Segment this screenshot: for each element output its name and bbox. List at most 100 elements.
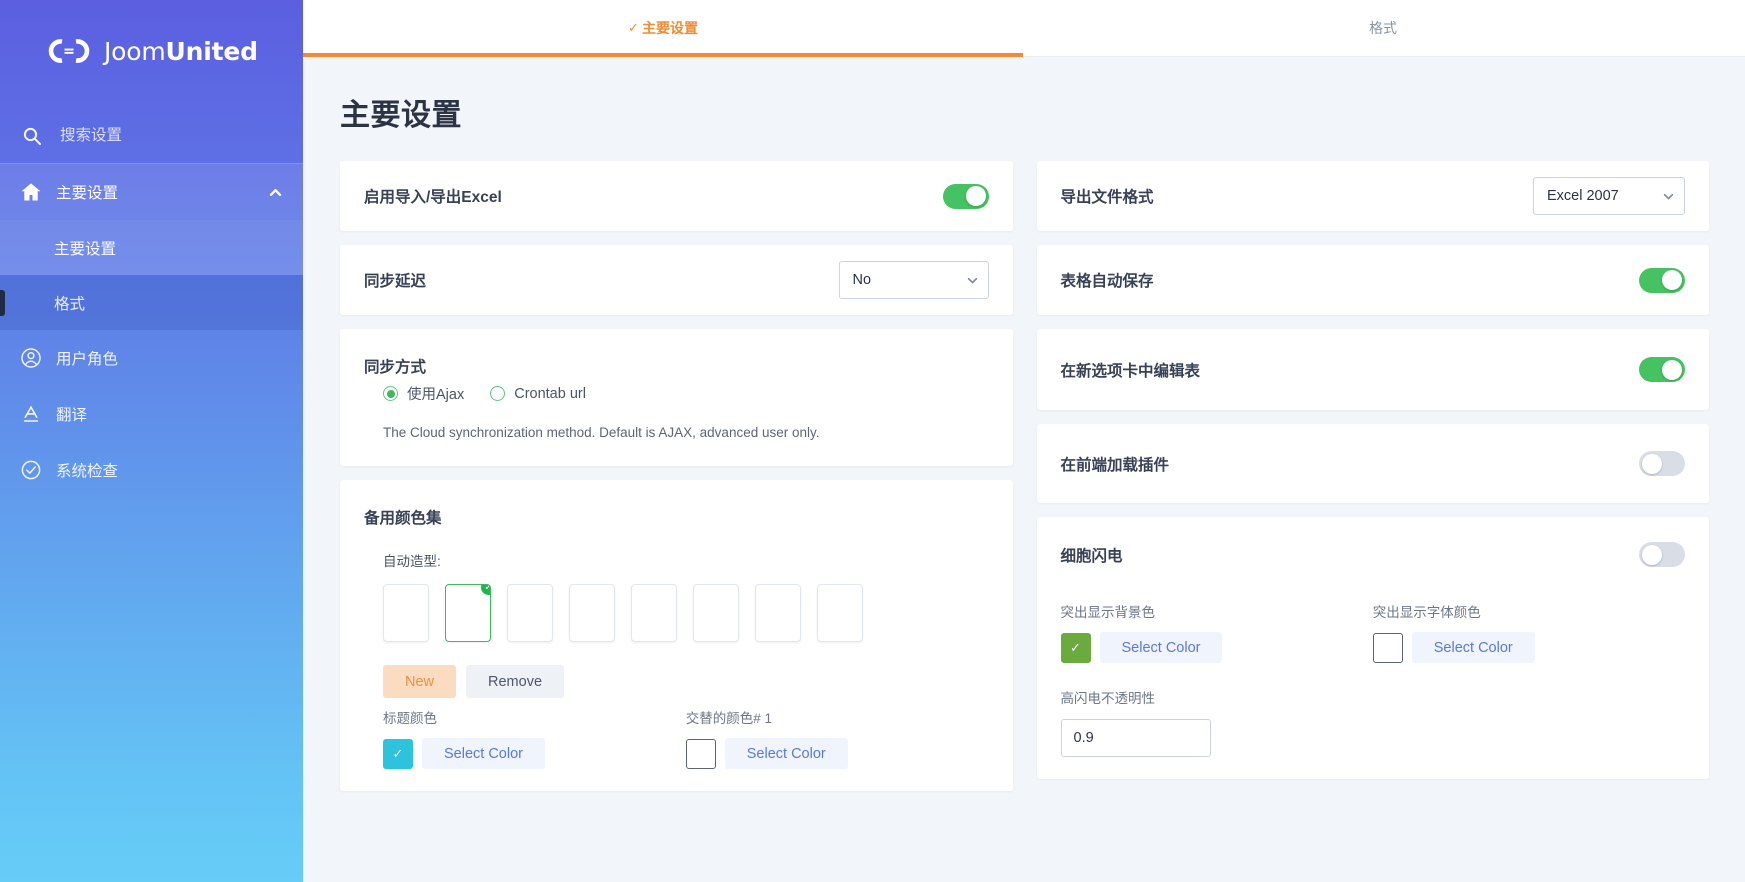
color-swatch[interactable]: ✓ [445,584,491,642]
card-sync-method: 同步方式 使用Ajax Crontab url The Cloud synchr… [340,329,1013,466]
remove-color-set-button[interactable]: Remove [466,665,565,698]
sidebar-item-user-roles[interactable]: 用户角色 [0,330,303,386]
search-icon [22,126,42,146]
brand-name-second: United [165,36,258,66]
export-format-value: Excel 2007 [1547,188,1619,204]
main-area: ✓ 主要设置 格式 主要设置 启用导入/导出Excel 同步延迟 No 同步方式… [303,0,1745,882]
sidebar-subitem-format[interactable]: 格式 [0,275,303,330]
picker-title-select-color-button[interactable]: Select Color [422,738,545,769]
cell-lightning-pickers: 突出显示背景色 ✓ Select Color 突出显示字体颜色 Select C… [1060,592,1686,673]
sidebar-item-main-settings[interactable]: 主要设置 [0,164,303,220]
enable-excel-label: 启用导入/导出Excel [364,189,502,206]
export-format-select[interactable]: Excel 2007 [1533,177,1685,215]
color-swatch[interactable] [631,584,677,642]
picker-highlight-bg-control: ✓ Select Color [1060,632,1373,663]
picker-highlight-font-control: Select Color [1372,632,1685,663]
user-circle-icon [20,347,42,369]
check-circle-icon [20,459,42,481]
radio-use-ajax-label: 使用Ajax [407,387,465,403]
radio-use-ajax[interactable]: 使用Ajax [383,383,464,404]
picker-highlight-bg: 突出显示背景色 ✓ Select Color [1060,601,1373,663]
edit-new-tab-toggle[interactable] [1639,357,1685,382]
picker-title-color: 标题颜色 ✓ Select Color [383,707,686,769]
cell-lightning-toggle[interactable] [1639,542,1685,567]
row-table-autosave: 表格自动保存 [1060,245,1685,315]
sync-method-header: 同步方式 [364,329,989,377]
picker-highlight-font: 突出显示字体颜色 Select Color [1372,601,1685,663]
card-load-frontend: 在前端加载插件 [1036,424,1709,503]
load-frontend-toggle[interactable] [1639,451,1685,476]
sidebar-subitem-format-label: 格式 [54,295,86,313]
color-swatch[interactable] [569,584,615,642]
settings-column-right: 导出文件格式 Excel 2007 表格自动保存 在新选项卡中编辑表 在前端加载… [1036,161,1709,805]
card-color-set: 备用颜色集 自动造型: ✓ [340,480,1013,791]
tab-format[interactable]: 格式 [1023,0,1743,56]
brand-name-first: Joom [104,36,166,66]
picker-title-color-control: ✓ Select Color [383,738,686,769]
picker-title-color-swatch[interactable]: ✓ [383,738,413,769]
settings-column-left: 启用导入/导出Excel 同步延迟 No 同步方式 使用Ajax Crontab… [340,161,1013,805]
row-cell-lightning: 细胞闪电 [1061,517,1685,592]
new-color-set-button[interactable]: New [383,665,457,698]
picker-highlight-font-swatch[interactable] [1372,632,1403,663]
tab-main-settings[interactable]: ✓ 主要设置 [303,0,1023,57]
toggle-knob [1662,270,1682,290]
picker-highlight-font-label: 突出显示字体颜色 [1372,605,1481,620]
page-title: 主要设置 [340,99,462,132]
toggle-knob [1662,359,1682,380]
card-export-format: 导出文件格式 Excel 2007 [1036,161,1709,231]
color-set-buttons: New Remove [364,642,989,698]
card-enable-excel: 启用导入/导出Excel [340,161,1013,231]
picker-alt-select-color-button[interactable]: Select Color [724,738,848,769]
sidebar-subitem-main-settings[interactable]: 主要设置 [0,220,303,275]
lightning-opacity-input[interactable] [1060,719,1211,757]
picker-alt-color-1-swatch[interactable] [685,738,716,769]
chevron-down-icon [1662,190,1675,203]
content-scroll: 主要设置 启用导入/导出Excel 同步延迟 No 同步方式 使用Ajax Cr… [303,57,1745,882]
settings-columns: 启用导入/导出Excel 同步延迟 No 同步方式 使用Ajax Crontab… [303,134,1745,805]
sync-delay-label: 同步延迟 [364,273,427,290]
radio-dot [490,386,506,401]
color-swatch[interactable] [383,584,429,642]
load-frontend-label: 在前端加载插件 [1060,456,1170,474]
export-format-label: 导出文件格式 [1060,189,1154,206]
sidebar-nav: 主要设置 主要设置 格式 用户角色 翻译 系统检查 [0,164,303,498]
sidebar-item-system-check-label: 系统检查 [56,463,119,480]
sidebar-search[interactable] [0,108,303,164]
sync-delay-select[interactable]: No [838,261,989,299]
row-sync-delay: 同步延迟 No [364,245,989,315]
picker-highlight-bg-select-color-button[interactable]: Select Color [1099,632,1223,663]
card-sync-delay: 同步延迟 No [340,245,1013,315]
table-autosave-label: 表格自动保存 [1060,273,1154,290]
color-swatch[interactable] [507,584,553,642]
field-lightning-opacity: 高闪电不透明性 [1060,673,1686,779]
brand-logo[interactable]: JoomUnited [0,0,303,68]
picker-alt-color-1-label: 交替的颜色# 1 [685,711,773,726]
radio-crontab-url[interactable]: Crontab url [490,386,586,402]
translate-icon [20,403,42,425]
swatch-selected-check-icon: ✓ [479,585,490,597]
tab-bar: ✓ 主要设置 格式 [303,0,1745,57]
row-edit-new-tab: 在新选项卡中编辑表 [1061,329,1685,410]
color-swatch[interactable] [755,584,801,642]
card-table-autosave: 表格自动保存 [1036,245,1709,315]
sidebar-subitem-main-settings-label: 主要设置 [54,240,117,258]
picker-highlight-font-select-color-button[interactable]: Select Color [1411,632,1535,663]
home-icon [20,181,42,203]
enable-excel-toggle[interactable] [942,183,989,209]
tab-format-label: 格式 [1369,20,1397,36]
chevron-up-icon[interactable] [268,185,283,200]
row-load-frontend: 在前端加载插件 [1060,424,1685,503]
brand-name: JoomUnited [104,37,258,66]
table-autosave-toggle[interactable] [1639,267,1685,293]
sidebar-item-translation[interactable]: 翻译 [0,386,303,442]
color-swatch[interactable] [693,584,739,642]
row-export-format: 导出文件格式 Excel 2007 [1060,161,1685,231]
sidebar-item-main-settings-label: 主要设置 [56,185,119,202]
joomunited-logo-icon [42,34,96,68]
color-swatch[interactable] [817,584,863,642]
sidebar-item-system-check[interactable]: 系统检查 [0,442,303,498]
chevron-down-icon [966,274,979,287]
search-input[interactable] [60,126,250,145]
picker-highlight-bg-swatch[interactable]: ✓ [1060,632,1091,663]
